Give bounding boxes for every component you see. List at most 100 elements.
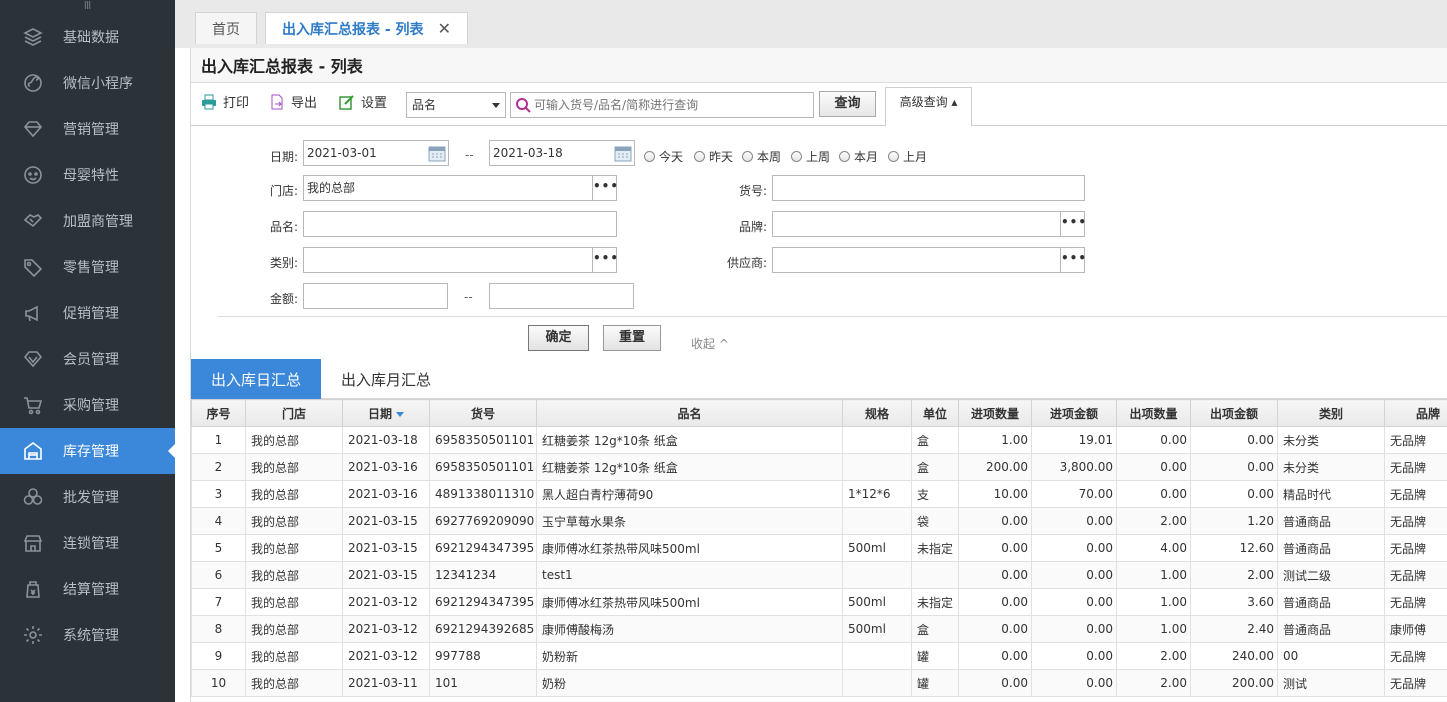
col-header-in-amount[interactable]: 进项金额 bbox=[1031, 399, 1117, 427]
radio-yesterday[interactable]: 昨天 bbox=[694, 148, 733, 165]
table-row[interactable]: 2 我的总部 2021-03-16 6958350501101 红糖姜茶 12g*10条… bbox=[191, 453, 1447, 481]
settings-button[interactable]: 设置 bbox=[339, 92, 387, 111]
sidebar-grip[interactable]: Ⅲ bbox=[0, 0, 175, 14]
sidebar-item-7[interactable]: 促销管理 bbox=[0, 290, 175, 336]
table-row[interactable]: 8 我的总部 2021-03-12 6921294392685 康师傅酸梅汤 500ml 盒… bbox=[191, 615, 1447, 643]
col-header-store[interactable]: 门店 bbox=[245, 399, 343, 427]
table-cell bbox=[842, 669, 912, 697]
amount-to-input[interactable] bbox=[489, 283, 634, 309]
store-picker-button[interactable]: ••• bbox=[592, 176, 618, 200]
store-field[interactable]: 我的总部 ••• bbox=[303, 175, 618, 201]
export-button[interactable]: 导出 bbox=[269, 92, 317, 111]
col-header-in-qty[interactable]: 进项数量 bbox=[958, 399, 1032, 427]
sidebar-item-10[interactable]: 库存管理 bbox=[0, 428, 175, 474]
table-cell: 我的总部 bbox=[245, 426, 343, 454]
category-picker-button[interactable]: ••• bbox=[592, 248, 618, 272]
sidebar-item-12[interactable]: 连锁管理 bbox=[0, 520, 175, 566]
sidebar-item-3[interactable]: 营销管理 bbox=[0, 106, 175, 152]
tab-monthly-summary[interactable]: 出入库月汇总 bbox=[321, 359, 451, 399]
sidebar-item-label: 连锁管理 bbox=[63, 536, 119, 552]
table-cell: 未分类 bbox=[1277, 453, 1385, 481]
calendar-icon[interactable] bbox=[614, 144, 632, 162]
store-label: 门店: bbox=[269, 184, 298, 198]
supplier-field[interactable]: ••• bbox=[772, 247, 1086, 273]
page-title: 出入库汇总报表 - 列表 bbox=[191, 48, 1447, 83]
tab-inout-summary[interactable]: 出入库汇总报表 - 列表 ✕ bbox=[265, 12, 468, 44]
table-row[interactable]: 4 我的总部 2021-03-15 6927769209090 玉宁草莓水果条袋 0.00… bbox=[191, 507, 1447, 535]
table-cell: 无品牌 bbox=[1384, 507, 1447, 535]
col-header-brand[interactable]: 品牌 bbox=[1384, 399, 1447, 427]
radio-today[interactable]: 今天 bbox=[644, 148, 683, 165]
brand-picker-button[interactable]: ••• bbox=[1060, 212, 1086, 236]
advanced-query-tab[interactable]: 高级查询 ▴ bbox=[885, 87, 972, 127]
sku-input[interactable] bbox=[772, 175, 1085, 201]
col-header-out-qty[interactable]: 出项数量 bbox=[1116, 399, 1191, 427]
col-header-index[interactable]: 序号 bbox=[191, 399, 246, 427]
tab-home[interactable]: 首页 bbox=[195, 12, 257, 44]
search-field-select[interactable]: 品名 bbox=[406, 92, 506, 118]
table-row[interactable]: 5 我的总部 2021-03-15 6921294347395 康师傅冰红茶热带风味50… bbox=[191, 534, 1447, 562]
sidebar-item-11[interactable]: 批发管理 bbox=[0, 474, 175, 520]
table-row[interactable]: 6 我的总部 2021-03-15 12341234 test1 0.00 0.00 1.00… bbox=[191, 561, 1447, 589]
col-header-name[interactable]: 品名 bbox=[536, 399, 843, 427]
radio-this-week[interactable]: 本周 bbox=[742, 148, 781, 165]
table-cell: 袋 bbox=[911, 507, 959, 535]
sidebar-item-9[interactable]: 采购管理 bbox=[0, 382, 175, 428]
table-row[interactable]: 9 我的总部 2021-03-12 997788 奶粉新罐 0.00 0.00 2.00 240… bbox=[191, 642, 1447, 670]
sidebar-item-4[interactable]: 母婴特性 bbox=[0, 152, 175, 198]
table-cell: 奶粉 bbox=[536, 669, 843, 697]
date-to-field[interactable]: 2021-03-18 bbox=[489, 140, 635, 166]
table-row[interactable]: 10 我的总部 2021-03-11 101 奶粉罐 0.00 0.00 2.00 200.00… bbox=[191, 669, 1447, 697]
table-cell: 2.00 bbox=[1116, 507, 1191, 535]
collapse-link[interactable]: 收起 ^ bbox=[691, 335, 729, 352]
radio-last-week[interactable]: 上周 bbox=[791, 148, 830, 165]
amount-from-input[interactable] bbox=[303, 283, 448, 309]
radio-circle bbox=[742, 151, 753, 162]
calendar-icon[interactable] bbox=[428, 144, 446, 162]
table-cell: 0.00 bbox=[1031, 642, 1117, 670]
confirm-button[interactable]: 确定 bbox=[528, 325, 589, 351]
col-header-date[interactable]: 日期 bbox=[342, 399, 430, 427]
category-field[interactable]: ••• bbox=[303, 247, 618, 273]
radio-last-month-label: 上月 bbox=[903, 150, 928, 164]
table-cell: 1.00 bbox=[1116, 588, 1191, 616]
sidebar-item-2[interactable]: 微信小程序 bbox=[0, 60, 175, 106]
table-cell: test1 bbox=[536, 561, 843, 589]
sidebar-item-label: 批发管理 bbox=[63, 490, 119, 506]
col-header-unit[interactable]: 单位 bbox=[911, 399, 959, 427]
sidebar-item-14[interactable]: 系统管理 bbox=[0, 612, 175, 658]
print-button[interactable]: 打印 bbox=[201, 92, 249, 111]
sidebar-item-6[interactable]: 零售管理 bbox=[0, 244, 175, 290]
table-row[interactable]: 3 我的总部 2021-03-16 4891338011310 黑人超白青柠薄荷90 1*… bbox=[191, 480, 1447, 508]
tab-daily-summary[interactable]: 出入库日汇总 bbox=[191, 359, 322, 399]
sidebar-item-5[interactable]: 加盟商管理 bbox=[0, 198, 175, 244]
sidebar-item-13[interactable]: 结算管理 bbox=[0, 566, 175, 612]
search-input[interactable] bbox=[534, 98, 804, 112]
radio-this-month[interactable]: 本月 bbox=[839, 148, 878, 165]
edit-settings-icon bbox=[339, 94, 354, 110]
supplier-picker-button[interactable]: ••• bbox=[1060, 248, 1086, 272]
product-name-input[interactable] bbox=[303, 211, 617, 237]
table-cell: 5 bbox=[191, 534, 246, 562]
brand-field[interactable]: ••• bbox=[772, 211, 1086, 237]
table-cell: 无品牌 bbox=[1384, 426, 1447, 454]
table-cell: 10 bbox=[191, 669, 246, 697]
query-button[interactable]: 查询 bbox=[819, 91, 876, 117]
date-from-field[interactable]: 2021-03-01 bbox=[303, 140, 449, 166]
col-header-out-amount[interactable]: 出项金额 bbox=[1190, 399, 1278, 427]
table-row[interactable]: 1 我的总部 2021-03-18 6958350501101 红糖姜茶 12g*10条… bbox=[191, 426, 1447, 454]
col-header-spec[interactable]: 规格 bbox=[842, 399, 912, 427]
table-cell: 康师傅冰红茶热带风味500ml bbox=[536, 588, 843, 616]
radio-last-month[interactable]: 上月 bbox=[888, 148, 927, 165]
table-row[interactable]: 7 我的总部 2021-03-12 6921294347395 康师傅冰红茶热带风味50… bbox=[191, 588, 1447, 616]
col-header-sku[interactable]: 货号 bbox=[429, 399, 537, 427]
sidebar-item-8[interactable]: 会员管理 bbox=[0, 336, 175, 382]
close-icon[interactable]: ✕ bbox=[438, 19, 451, 38]
sidebar-item-label: 微信小程序 bbox=[63, 76, 133, 92]
sidebar-item-1[interactable]: 基础数据 bbox=[0, 14, 175, 60]
radio-this-month-label: 本月 bbox=[854, 150, 879, 164]
data-table: 序号 门店 日期 货号 品名 规格 单位 进项数量 进项金额 出项数量 出项金额… bbox=[191, 399, 1447, 702]
reset-button[interactable]: 重置 bbox=[603, 325, 661, 351]
toolbar: 打印 导出 设置 品名 查询 高级查询 ▴ bbox=[191, 83, 1447, 127]
col-header-category[interactable]: 类别 bbox=[1277, 399, 1385, 427]
